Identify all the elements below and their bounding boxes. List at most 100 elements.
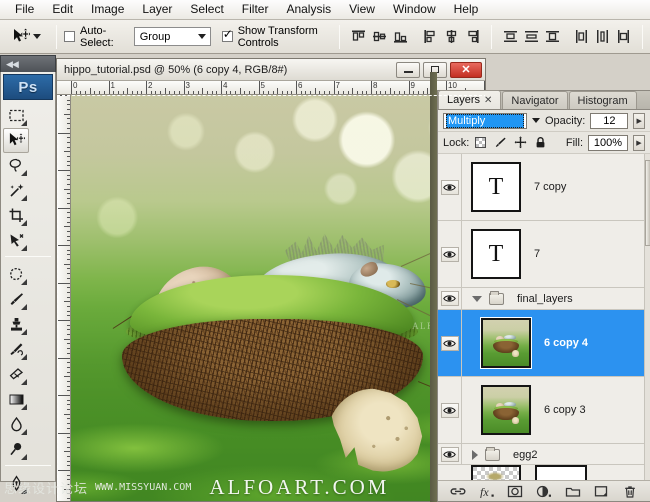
layer-name[interactable]: 7 — [534, 248, 540, 260]
layer-visibility-cell[interactable] — [438, 377, 462, 443]
layer-visibility-cell[interactable] — [438, 154, 462, 220]
menu-item-layer[interactable]: Layer — [133, 1, 181, 19]
layers-list[interactable]: T 7 copy T 7 final_layers 6 copy 4 6 cop… — [438, 154, 650, 480]
layer-thumbnail[interactable]: T — [471, 162, 521, 212]
new-group-button[interactable] — [565, 484, 581, 499]
layer-group-row[interactable]: final_layers — [438, 288, 650, 310]
minimize-button[interactable] — [396, 61, 420, 78]
opacity-input[interactable]: 12 — [590, 112, 629, 129]
distribute-left-edges-button[interactable] — [573, 28, 590, 45]
pen-tool-button[interactable] — [3, 471, 29, 496]
layer-thumbnail[interactable] — [471, 465, 521, 480]
blend-mode-dropdown[interactable]: Multiply — [443, 112, 527, 129]
lock-position-button[interactable] — [514, 136, 527, 149]
crop-tool-button[interactable] — [3, 203, 29, 228]
lasso-tool-button[interactable] — [3, 153, 29, 178]
dodge-tool-button[interactable] — [3, 437, 29, 462]
layer-name[interactable]: 6 copy 4 — [544, 337, 588, 349]
lock-transparent-pixels-button[interactable] — [474, 136, 487, 149]
layers-scrollbar[interactable] — [644, 154, 650, 480]
align-left-edges-button[interactable] — [422, 28, 439, 45]
current-tool-preset-picker[interactable] — [0, 20, 49, 53]
new-layer-button[interactable] — [593, 484, 609, 499]
layer-visibility-toggle[interactable] — [440, 402, 459, 418]
delete-layer-button[interactable] — [622, 484, 638, 499]
toolbox-collapse-bar[interactable]: ◀◀ — [0, 55, 56, 72]
layer-visibility-cell[interactable] — [438, 310, 462, 376]
layer-thumbnail[interactable] — [480, 317, 532, 369]
layer-mask-thumbnail[interactable] — [535, 465, 587, 480]
menu-item-analysis[interactable]: Analysis — [277, 1, 340, 19]
healing-brush-tool-button[interactable] — [3, 262, 29, 287]
menu-item-filter[interactable]: Filter — [233, 1, 278, 19]
lock-all-button[interactable] — [534, 136, 547, 149]
layer-visibility-toggle[interactable] — [440, 179, 459, 195]
menu-item-file[interactable]: File — [6, 1, 43, 19]
blend-mode-chevron-down-icon[interactable] — [531, 118, 540, 123]
distribute-top-edges-button[interactable] — [502, 28, 519, 45]
align-top-edges-button[interactable] — [350, 28, 367, 45]
new-adjustment-layer-button[interactable] — [536, 484, 552, 499]
layer-visibility-cell[interactable] — [438, 221, 462, 287]
tab-navigator[interactable]: Navigator — [502, 91, 568, 109]
add-layer-mask-button[interactable] — [507, 484, 523, 499]
vertical-ruler[interactable] — [57, 95, 71, 501]
close-icon[interactable]: ✕ — [484, 95, 492, 106]
layer-row[interactable]: T 7 — [438, 221, 650, 288]
layer-row-partial[interactable] — [438, 464, 644, 480]
tab-histogram[interactable]: Histogram — [568, 91, 637, 109]
layer-thumbnail[interactable] — [481, 385, 531, 435]
layer-row[interactable]: 6 copy 4 — [438, 310, 650, 377]
magic-wand-tool-button[interactable] — [3, 178, 29, 203]
align-right-edges-button[interactable] — [464, 28, 481, 45]
horizontal-type-tool-button[interactable]: T — [3, 496, 29, 502]
fill-slider-button[interactable]: ▶ — [633, 134, 645, 151]
layer-name[interactable]: egg2 — [513, 449, 537, 461]
lock-image-pixels-button[interactable] — [494, 136, 507, 149]
align-bottom-edges-button[interactable] — [392, 28, 409, 45]
layers-scrollbar-thumb[interactable] — [645, 160, 650, 246]
menu-item-select[interactable]: Select — [181, 1, 232, 19]
fill-input[interactable]: 100% — [588, 134, 628, 151]
link-layers-button[interactable] — [450, 484, 466, 499]
layer-name[interactable]: 7 copy — [534, 181, 566, 193]
menu-item-image[interactable]: Image — [82, 1, 133, 19]
layer-visibility-cell[interactable] — [438, 288, 462, 309]
group-expand-triangle-icon[interactable] — [472, 295, 482, 302]
distribute-bottom-edges-button[interactable] — [544, 28, 561, 45]
horizontal-ruler[interactable]: 0 1 2 3 4 5 6 7 8 9 10 — [57, 81, 485, 95]
canvas-area[interactable]: ALFOART.C — [57, 95, 485, 501]
layer-visibility-toggle[interactable] — [440, 335, 459, 351]
brush-tool-button[interactable] — [3, 287, 29, 312]
layer-name[interactable]: 6 copy 3 — [544, 404, 586, 416]
group-collapse-triangle-icon[interactable] — [472, 449, 478, 460]
layer-row[interactable]: T 7 copy — [438, 154, 650, 221]
layer-row[interactable]: 6 copy 3 — [438, 377, 650, 444]
layer-visibility-toggle[interactable] — [440, 291, 459, 306]
auto-select-checkbox[interactable] — [64, 31, 75, 42]
tool-preset-chevron-down-icon[interactable] — [33, 34, 41, 39]
tab-layers[interactable]: Layers ✕ — [438, 90, 502, 109]
layer-group-row[interactable]: egg2 — [438, 444, 650, 466]
distribute-right-edges-button[interactable] — [615, 28, 632, 45]
add-layer-style-button[interactable]: fx — [479, 484, 495, 499]
distribute-horizontal-centers-button[interactable] — [594, 28, 611, 45]
layer-visibility-toggle[interactable] — [440, 246, 459, 262]
rectangular-marquee-tool-button[interactable] — [3, 103, 29, 128]
eraser-tool-button[interactable] — [3, 362, 29, 387]
layer-name[interactable]: final_layers — [517, 293, 573, 305]
layer-thumbnail[interactable]: T — [471, 229, 521, 279]
gradient-tool-button[interactable] — [3, 387, 29, 412]
align-horizontal-centers-button[interactable] — [443, 28, 460, 45]
move-tool-button[interactable] — [3, 128, 29, 153]
menu-item-view[interactable]: View — [340, 1, 384, 19]
layer-visibility-cell[interactable] — [438, 444, 462, 465]
document-canvas[interactable]: ALFOART.C — [57, 95, 485, 501]
auto-select-dropdown[interactable]: Group — [133, 27, 211, 46]
menu-item-edit[interactable]: Edit — [43, 1, 82, 19]
show-transform-controls-checkbox[interactable] — [221, 28, 233, 42]
align-vertical-centers-button[interactable] — [371, 28, 388, 45]
clone-stamp-tool-button[interactable] — [3, 312, 29, 337]
blur-tool-button[interactable] — [3, 412, 29, 437]
layer-visibility-toggle[interactable] — [440, 447, 459, 462]
